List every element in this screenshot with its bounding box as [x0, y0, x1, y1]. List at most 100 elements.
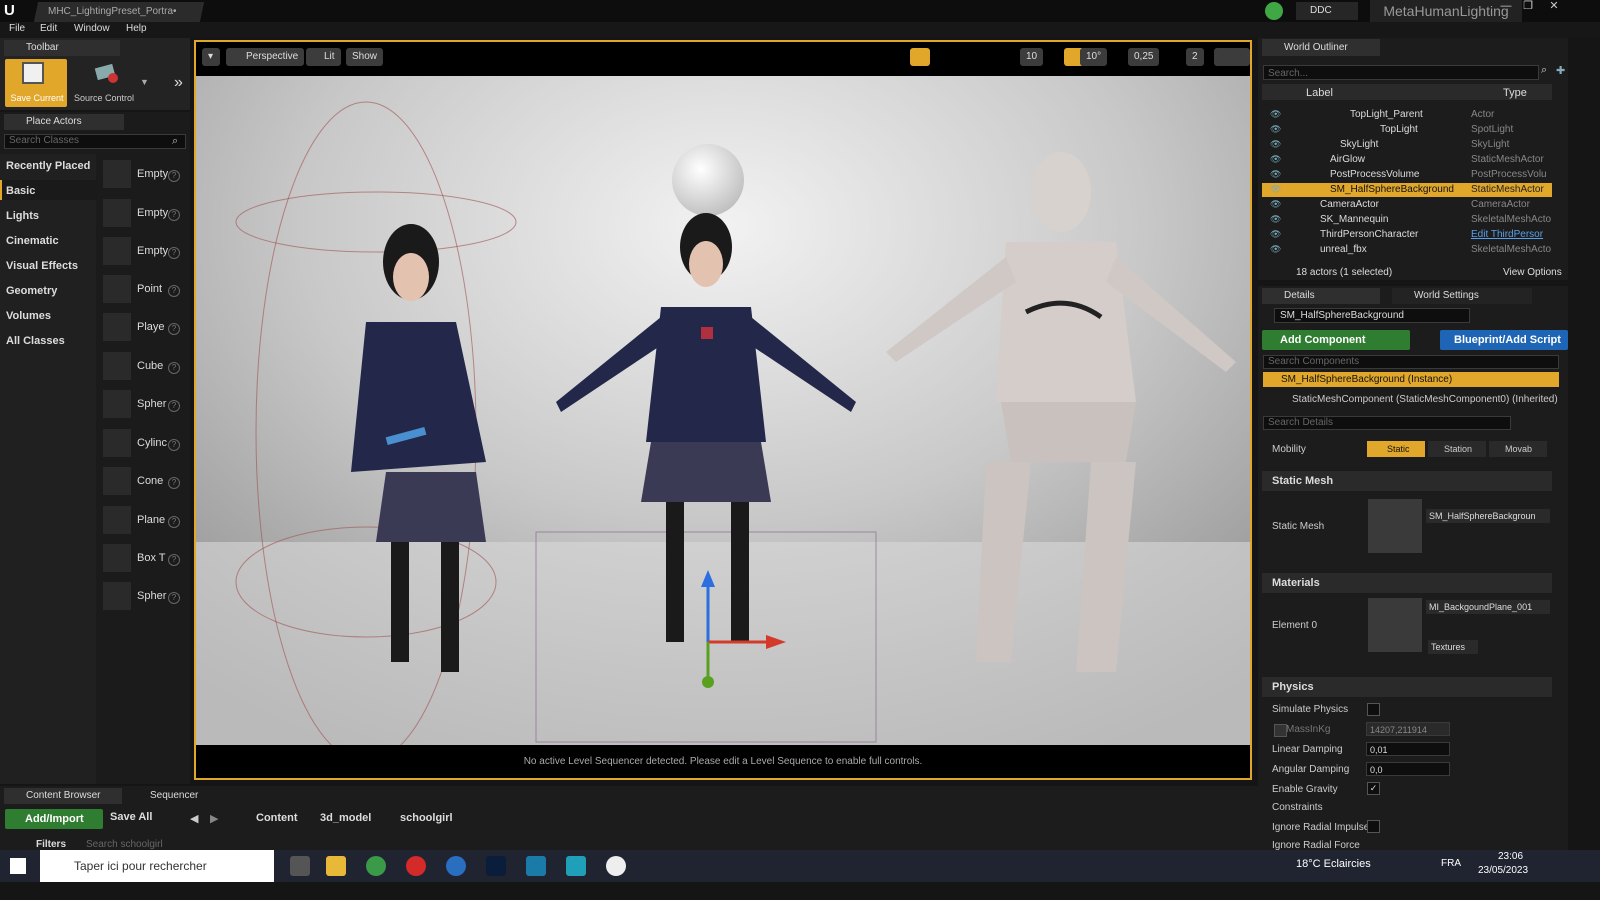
search-components-input[interactable]: Search Components — [1263, 355, 1559, 369]
sphere-trigger-icon[interactable] — [103, 582, 131, 610]
show-button[interactable]: Show — [346, 48, 384, 66]
lit-button[interactable]: Lit — [306, 48, 341, 66]
outliner-row[interactable]: 👁 TopLight SpotLight — [1262, 123, 1552, 137]
perspective-button[interactable]: Perspective — [226, 48, 305, 66]
add-component-button[interactable]: Add Component — [1262, 330, 1410, 350]
blueprint-add-script-button[interactable]: Blueprint/Add Script — [1440, 330, 1568, 350]
menu-help[interactable]: Help — [126, 23, 147, 34]
sphere-icon[interactable] — [103, 390, 131, 418]
task-view-icon[interactable] — [290, 856, 310, 876]
breadcrumb-3d-model[interactable]: 3d_model — [320, 812, 371, 824]
help-icon[interactable]: ? — [168, 247, 180, 259]
breadcrumb-schoolgirl[interactable]: schoolgirl — [400, 812, 453, 824]
sequencer-tab[interactable]: Sequencer — [128, 788, 228, 804]
photoshop-icon[interactable] — [486, 856, 506, 876]
details-tab[interactable]: Details — [1262, 288, 1380, 304]
project-tab[interactable]: MHC_LightingPreset_Portra• — [33, 2, 205, 22]
actor-item-label[interactable]: Cube — [137, 360, 163, 372]
viewport-options-dropdown[interactable]: ▾ — [202, 48, 220, 66]
world-outliner-tab[interactable]: World Outliner — [1262, 39, 1380, 56]
weather-text[interactable]: 18°C Eclaircies — [1296, 858, 1371, 870]
breadcrumb-content[interactable]: Content — [256, 812, 298, 824]
plane-icon[interactable] — [103, 506, 131, 534]
save-all-button[interactable]: Save All — [110, 811, 152, 823]
help-icon[interactable]: ? — [168, 477, 180, 489]
mobility-movable-button[interactable]: Movab — [1489, 441, 1547, 457]
view-options-button[interactable]: View Options — [1503, 267, 1562, 278]
static-mesh-component-row[interactable]: StaticMeshComponent (StaticMeshComponent… — [1292, 394, 1558, 405]
actor-item-label[interactable]: Spher — [137, 398, 166, 410]
mobility-static-button[interactable]: Static — [1367, 441, 1425, 457]
eye-icon[interactable]: 👁 — [1270, 155, 1281, 164]
file-explorer-icon[interactable] — [326, 856, 346, 876]
ccleaner-icon[interactable] — [446, 856, 466, 876]
category-recently-placed[interactable]: Recently Placed — [6, 160, 90, 172]
layout-icon[interactable] — [1214, 48, 1250, 66]
add-import-button[interactable]: Add/Import — [5, 809, 103, 829]
category-all-classes[interactable]: All Classes — [6, 335, 65, 347]
windows-start-icon[interactable] — [10, 858, 26, 874]
metahuman-icon[interactable] — [526, 856, 546, 876]
ignore-radial-impulse-checkbox[interactable] — [1367, 820, 1380, 833]
white-sphere[interactable] — [672, 144, 744, 216]
static-mesh-thumbnail[interactable] — [1368, 499, 1422, 553]
camera-speed-value[interactable]: 2 — [1186, 48, 1204, 66]
help-icon[interactable]: ? — [168, 516, 180, 528]
viewport-scene[interactable] — [196, 42, 1250, 778]
eye-icon[interactable]: 👁 — [1270, 170, 1281, 179]
outliner-row[interactable]: 👁 CameraActor CameraActor — [1262, 198, 1552, 212]
cone-icon[interactable] — [103, 467, 131, 495]
add-filter-icon[interactable]: ✚ — [1556, 64, 1565, 77]
category-lights[interactable]: Lights — [6, 210, 39, 222]
clock-time[interactable]: 23:06 — [1498, 851, 1523, 862]
level-viewport[interactable] — [194, 40, 1252, 780]
actor-item-label[interactable]: Cylinc — [137, 437, 167, 449]
category-cinematic[interactable]: Cinematic — [6, 235, 59, 247]
eye-icon[interactable]: 👁 — [1270, 185, 1281, 194]
expand-toolbar-icon[interactable]: » — [174, 74, 183, 92]
enable-gravity-checkbox[interactable]: ✓ — [1367, 782, 1380, 795]
maya-icon[interactable] — [566, 856, 586, 876]
category-visual-effects[interactable]: Visual Effects — [6, 260, 78, 272]
category-geometry[interactable]: Geometry — [6, 285, 57, 297]
outliner-row[interactable]: 👁 TopLight_Parent Actor — [1262, 108, 1552, 122]
help-icon[interactable]: ? — [168, 439, 180, 451]
eye-icon[interactable]: 👁 — [1270, 245, 1281, 254]
cylinder-icon[interactable] — [103, 429, 131, 457]
unreal-engine-icon[interactable] — [606, 856, 626, 876]
edit-blueprint-link[interactable]: Edit ThirdPersor — [1471, 229, 1543, 240]
column-label[interactable]: Label — [1306, 87, 1333, 99]
cube-icon[interactable] — [103, 352, 131, 380]
empty-character-icon[interactable] — [103, 199, 131, 227]
minimize-button[interactable]: — — [1494, 0, 1518, 14]
box-trigger-icon[interactable] — [103, 544, 131, 572]
help-icon[interactable]: ? — [168, 592, 180, 604]
point-light-icon[interactable] — [103, 275, 131, 303]
content-browser-tab[interactable]: Content Browser — [4, 788, 122, 804]
toolbar-tab[interactable]: Toolbar — [4, 40, 120, 56]
opera-icon[interactable] — [406, 856, 426, 876]
actor-item-label[interactable]: Empty — [137, 168, 168, 180]
category-basic[interactable]: Basic — [6, 185, 35, 197]
column-type[interactable]: Type — [1503, 87, 1527, 99]
eye-icon[interactable]: 👁 — [1270, 230, 1281, 239]
actor-item-label[interactable]: Plane — [137, 514, 165, 526]
eye-icon[interactable]: 👁 — [1270, 125, 1281, 134]
mobility-stationary-button[interactable]: Station — [1428, 441, 1486, 457]
outliner-search-input[interactable]: Search... — [1263, 65, 1539, 80]
linear-damping-field[interactable]: 0,01 — [1366, 742, 1450, 756]
outliner-row[interactable]: 👁 SK_Mannequin SkeletalMeshActo — [1262, 213, 1552, 227]
eye-icon[interactable]: 👁 — [1270, 215, 1281, 224]
actor-item-label[interactable]: Spher — [137, 590, 166, 602]
outliner-row-selected[interactable]: 👁 SM_HalfSphereBackground StaticMeshActor — [1262, 183, 1552, 197]
help-icon[interactable]: ? — [168, 362, 180, 374]
help-icon[interactable]: ? — [168, 400, 180, 412]
actor-item-label[interactable]: Box T — [137, 552, 166, 564]
simulate-physics-checkbox[interactable] — [1367, 703, 1380, 716]
rotation-snap-value[interactable]: 10° — [1080, 48, 1108, 66]
back-arrow-icon[interactable]: ◀ — [190, 812, 198, 825]
static-mesh-section[interactable]: Static Mesh — [1262, 471, 1552, 491]
world-settings-tab[interactable]: World Settings — [1392, 288, 1532, 304]
search-details-input[interactable]: Search Details — [1263, 416, 1511, 430]
outliner-row[interactable]: 👁 AirGlow StaticMeshActor — [1262, 153, 1552, 167]
